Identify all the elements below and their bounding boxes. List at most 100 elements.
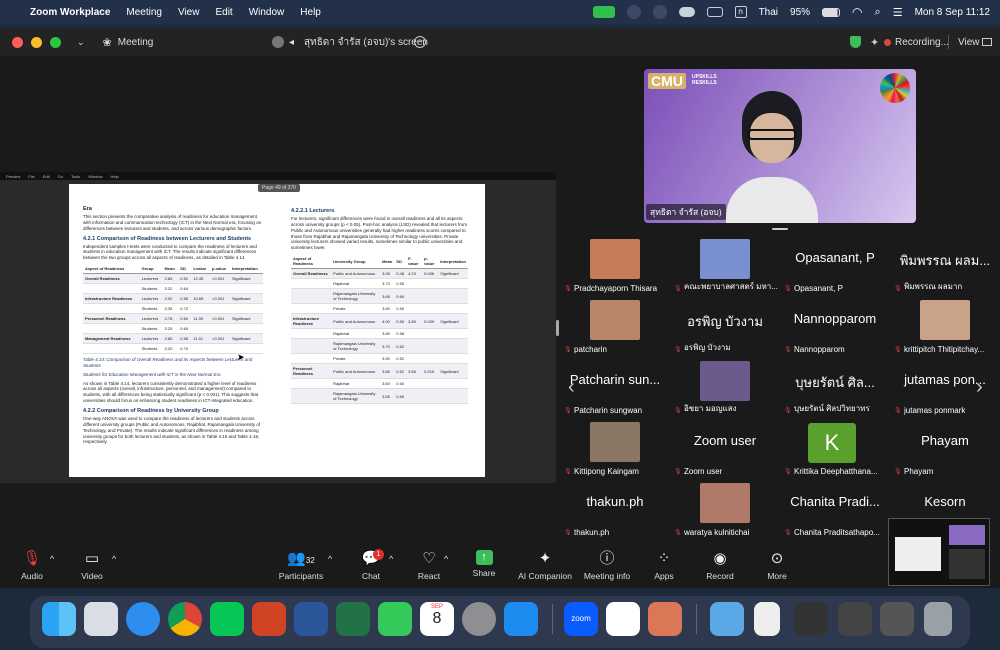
excel-icon[interactable] [336, 602, 370, 636]
active-speaker-video[interactable]: CMU UPSKILLS RESKILLS สุทธิดา จำรัส (อจบ… [644, 69, 916, 223]
participant-tile[interactable]: 🎙 waratya kulnitichai [670, 480, 780, 541]
participant-tile[interactable]: 🎙 Kittipong Kaingam [560, 419, 670, 480]
menu-help[interactable]: Help [300, 7, 321, 18]
window-preview-1[interactable] [794, 602, 828, 636]
participant-tile[interactable]: บุษยรัตน์ ศิล... 🎙 บุษยรัตน์ ศิลปวิทยาทร [780, 358, 890, 419]
chatgpt-icon[interactable] [606, 602, 640, 636]
window-preview-3[interactable] [880, 602, 914, 636]
more-options-icon[interactable]: ⋯ [414, 36, 426, 48]
sparkle-icon[interactable]: ✦ [870, 36, 879, 49]
participant-tile[interactable]: 🎙 krittipitch Thitipitchay... [890, 297, 1000, 358]
participant-tile[interactable]: thakun.ph 🎙 thakun.ph [560, 480, 670, 541]
record-button[interactable]: ◉ Record [690, 550, 750, 581]
powerpoint-icon[interactable] [252, 602, 286, 636]
more-button[interactable]: ⊙ More [747, 550, 807, 581]
shield-icon[interactable] [850, 36, 861, 48]
participant-tile[interactable]: Chanita Pradi... 🎙 Chanita Praditsathapo..… [780, 480, 890, 541]
splitter-handle[interactable] [556, 320, 559, 336]
chat-options-icon[interactable]: ^ [389, 554, 393, 564]
zoom-app-icon[interactable]: zoom [564, 602, 598, 636]
status-icon[interactable] [626, 5, 641, 19]
participant-name: Kittipong Kaingam [574, 467, 639, 476]
word-icon[interactable] [294, 602, 328, 636]
close-window-icon[interactable] [12, 36, 23, 48]
table-cell: <0.001 [210, 313, 230, 325]
wifi-icon[interactable]: ◠ [852, 5, 862, 19]
system-settings-icon[interactable] [462, 602, 496, 636]
facetime-icon[interactable] [378, 602, 412, 636]
recording-status[interactable]: Recording... [895, 37, 949, 48]
input-language[interactable]: Thai [759, 7, 778, 18]
drag-handle[interactable] [772, 228, 788, 230]
next-page-icon[interactable]: › [976, 376, 983, 399]
participant-tile[interactable]: พิมพรรณ ผลม... 🎙 พิมพรรณ ผลมาก [890, 236, 1000, 297]
video-options-icon[interactable]: ^ [112, 554, 116, 564]
launchpad-icon[interactable] [84, 602, 118, 636]
line-app-icon[interactable] [210, 602, 244, 636]
share-button[interactable]: ↑ Share [454, 550, 514, 578]
input-source-icon[interactable]: ก [734, 6, 747, 18]
participant-tile[interactable]: อรพิญ บัวงาม 🎙 อรพิญ บัวงาม [670, 297, 780, 358]
participant-name: Patcharin sungwan [574, 406, 643, 415]
react-options-icon[interactable]: ^ [444, 554, 448, 564]
doc-heading-421: 4.2.1 Comparison of Readiness between Le… [83, 235, 252, 242]
finder-icon[interactable] [42, 602, 76, 636]
folder-icon[interactable] [710, 602, 744, 636]
meeting-label[interactable]: Meeting [118, 37, 154, 48]
table-cell [438, 328, 468, 340]
zoom-status-icon[interactable] [592, 6, 615, 18]
window-preview-2[interactable] [838, 602, 872, 636]
menu-app-name[interactable]: Zoom Workplace [30, 7, 110, 18]
participant-tile[interactable]: 🎙 Pradchayaporn Thisara [560, 236, 670, 297]
table-cell: 0.60 [178, 313, 192, 325]
participants-button[interactable]: 👥32 Participants [271, 550, 331, 581]
table-cell: 0.52 [178, 273, 192, 285]
participant-tile[interactable]: Phayam 🎙 Phayam [890, 419, 1000, 480]
react-button[interactable]: ♡ React [399, 550, 459, 581]
participants-options-icon[interactable]: ^ [328, 554, 332, 564]
menu-window[interactable]: Window [249, 7, 285, 18]
view-button[interactable]: View [958, 37, 980, 48]
audio-options-icon[interactable]: ^ [50, 554, 54, 564]
claude-icon[interactable] [648, 602, 682, 636]
calendar-icon[interactable]: SEP 8 [420, 602, 454, 636]
menu-meeting[interactable]: Meeting [126, 7, 162, 18]
participant-tile[interactable]: 🎙 patcharin [560, 297, 670, 358]
participant-tile[interactable]: Patcharin sun... 🎙 Patcharin sungwan [560, 358, 670, 419]
participant-tile[interactable]: Zoom user 🎙 Zoom user [670, 419, 780, 480]
display-icon[interactable] [706, 7, 723, 17]
participant-tile[interactable]: 🎙 คณะพยาบาลศาสตร์ มหา... [670, 236, 780, 297]
table-cell [291, 288, 332, 305]
search-icon[interactable]: ⌕ [875, 6, 881, 19]
control-center-icon[interactable]: ☰ [893, 6, 903, 19]
prev-page-icon[interactable]: ‹ [568, 376, 575, 399]
chrome-icon[interactable] [168, 602, 202, 636]
line-icon[interactable] [652, 5, 667, 19]
table-cell [291, 388, 332, 405]
table-row: Infrastructure Readiness Lecturers 3.92 0.5… [83, 293, 263, 305]
meeting-info-button[interactable]: ⓘ Meeting info [577, 550, 637, 581]
participant-tile[interactable]: jutamas pon... 🎙 jutamas ponmark [890, 358, 1000, 419]
app-store-icon[interactable] [504, 602, 538, 636]
participant-tile[interactable]: 🎙 อิชยา มอญแสง [670, 358, 780, 419]
participant-tile[interactable]: Nannopparom 🎙 Nannopparom [780, 297, 890, 358]
view-grid-icon[interactable] [982, 38, 992, 46]
document-icon[interactable] [754, 602, 780, 636]
screen-preview-thumbnail[interactable] [888, 518, 990, 586]
safari-icon[interactable] [126, 602, 160, 636]
ai-companion-button[interactable]: ✦ AI Companion [509, 550, 581, 581]
participant-tile[interactable]: Opasanant, P 🎙 Opasanant, P [780, 236, 890, 297]
maximize-window-icon[interactable] [50, 36, 61, 48]
table-row: Rajamangala University of Technology 3.55… [291, 388, 468, 405]
participant-tile[interactable]: K 🎙 Krittika Deephatthana... [780, 419, 890, 480]
chevron-down-icon[interactable]: ⌄ [77, 37, 85, 48]
shared-menu-preview: Preview [6, 173, 21, 179]
menu-view[interactable]: View [178, 7, 200, 18]
minimize-window-icon[interactable] [31, 36, 42, 48]
cloud-icon[interactable] [678, 7, 695, 17]
mic-muted-icon: 🎙 [564, 408, 572, 414]
apps-button[interactable]: ⁘ Apps [634, 550, 694, 581]
battery-icon[interactable] [822, 7, 841, 17]
menu-edit[interactable]: Edit [215, 7, 232, 18]
trash-icon[interactable] [924, 602, 952, 636]
